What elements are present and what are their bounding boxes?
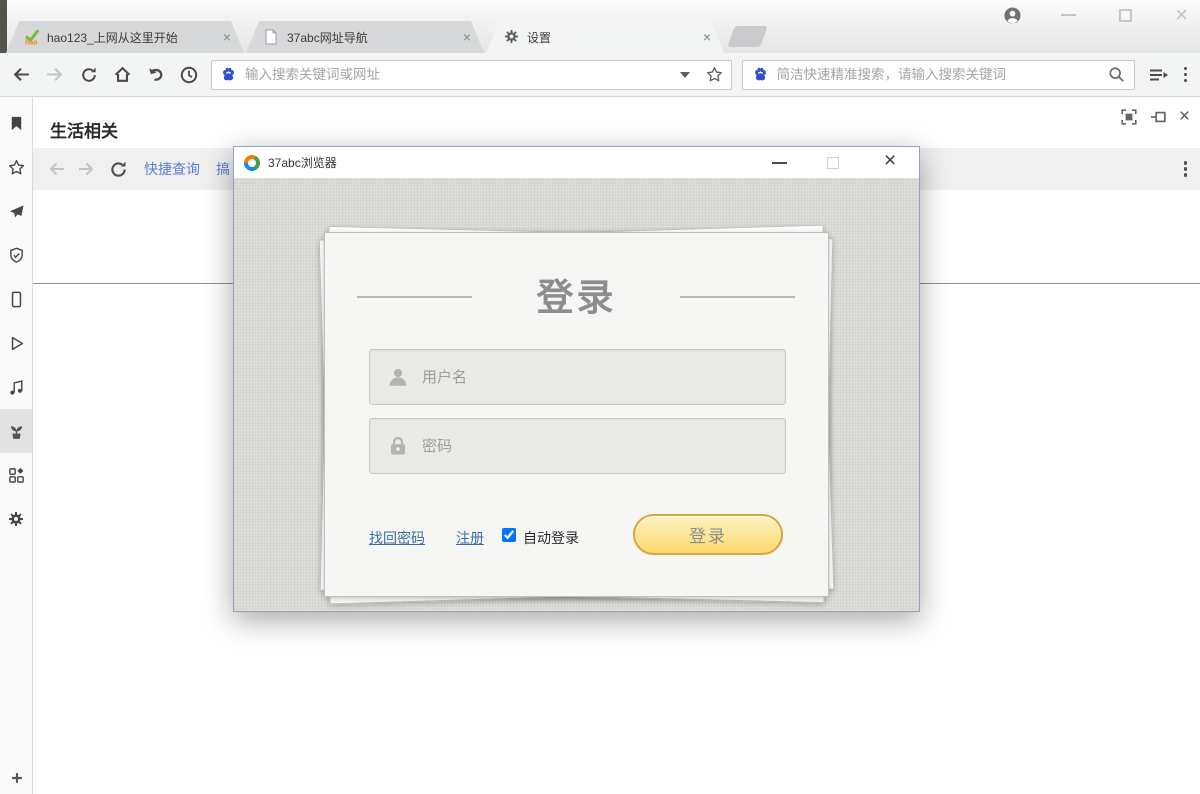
dialog-minimize-button[interactable] — [772, 162, 787, 164]
panel-controls: × — [1121, 109, 1190, 125]
profile-avatar-icon[interactable] — [1004, 7, 1021, 24]
auto-login-label: 自动登录 — [523, 528, 579, 548]
play-icon — [8, 335, 25, 352]
tab-settings[interactable]: 设置 × — [486, 21, 724, 53]
baidu-paw-icon — [220, 66, 237, 83]
fullscreen-icon[interactable] — [1121, 109, 1137, 125]
chevron-down-icon[interactable] — [680, 72, 690, 78]
document-favicon-icon — [264, 29, 280, 45]
panel-close-icon[interactable]: × — [1179, 109, 1190, 125]
login-heading: 登录 — [325, 267, 828, 321]
bookmark-star-icon[interactable] — [706, 66, 723, 83]
username-field[interactable] — [369, 349, 786, 405]
hao123-favicon-icon: hao — [24, 29, 40, 45]
pin-icon[interactable] — [1150, 109, 1166, 125]
address-bar[interactable] — [211, 60, 732, 90]
sidebar-item-settings[interactable] — [0, 497, 32, 541]
reading-list-icon[interactable] — [1148, 66, 1168, 84]
tab-hao123[interactable]: hao hao123_上网从这里开始 × — [6, 21, 244, 53]
search-icon[interactable] — [1108, 66, 1125, 83]
new-tab-button[interactable] — [727, 26, 768, 47]
browser-menu-icon[interactable] — [1180, 63, 1192, 87]
sidebar-item-security[interactable] — [0, 233, 32, 277]
dialog-maximize-button — [827, 157, 839, 169]
page-forward-icon[interactable] — [77, 160, 95, 178]
login-dialog: 37abc浏览器 × 登录 找回密码 注册 — [233, 146, 920, 612]
nav-link-quick-query[interactable]: 快捷查询 — [144, 159, 200, 179]
sidebar-add-icon[interactable] — [0, 770, 33, 786]
page-menu-icon[interactable] — [1180, 157, 1192, 181]
sidebar-item-apps[interactable] — [0, 453, 32, 497]
window-corner-strip — [0, 0, 7, 53]
phone-icon — [8, 291, 25, 308]
forgot-password-link[interactable]: 找回密码 — [369, 528, 425, 548]
plant-icon — [8, 423, 25, 440]
tab-close-icon[interactable]: × — [700, 30, 714, 44]
address-input[interactable] — [245, 67, 674, 82]
page-title: 生活相关 — [50, 117, 118, 142]
lock-icon — [387, 435, 409, 457]
password-field[interactable] — [369, 418, 786, 474]
history-clock-icon[interactable] — [180, 66, 198, 84]
page-back-icon[interactable] — [48, 160, 66, 178]
sidebar-item-share[interactable] — [0, 189, 32, 233]
quick-search-input[interactable] — [777, 67, 1108, 82]
page-reload-icon[interactable] — [109, 160, 128, 179]
37abc-logo-icon — [244, 155, 260, 171]
dialog-title: 37abc浏览器 — [268, 154, 337, 171]
sidebar — [0, 97, 33, 794]
bookmark-icon — [8, 115, 25, 132]
browser-toolbar — [0, 53, 1200, 97]
svg-text:hao: hao — [25, 40, 37, 46]
window-close-button[interactable]: × — [1175, 5, 1188, 25]
tab-close-icon[interactable]: × — [220, 30, 234, 44]
apps-grid-icon — [8, 467, 25, 484]
gear-favicon-icon — [504, 29, 520, 45]
dialog-body: 登录 找回密码 注册 自动登录 登录 — [234, 178, 919, 611]
undo-arrow-icon[interactable] — [147, 66, 165, 84]
nav-link-clipped[interactable]: 搞 — [216, 159, 230, 179]
music-note-icon — [8, 379, 25, 396]
login-card: 登录 找回密码 注册 自动登录 登录 — [324, 232, 829, 597]
tab-title: 设置 — [527, 29, 700, 46]
tab-close-icon[interactable]: × — [460, 30, 474, 44]
quick-search-bar[interactable] — [742, 60, 1135, 90]
sidebar-item-video[interactable] — [0, 321, 32, 365]
sidebar-item-favorites[interactable] — [0, 145, 32, 189]
tab-37abc-nav[interactable]: 37abc网址导航 × — [246, 21, 484, 53]
sidebar-item-music[interactable] — [0, 365, 32, 409]
shield-check-icon — [8, 247, 25, 264]
window-titlebar: hao hao123_上网从这里开始 × 37abc网址导航 × 设置 × × — [0, 0, 1200, 53]
register-link[interactable]: 注册 — [456, 528, 484, 548]
reload-icon[interactable] — [80, 66, 98, 84]
window-maximize-button[interactable] — [1119, 9, 1132, 22]
sidebar-item-plant[interactable] — [0, 409, 32, 453]
baidu-paw-icon — [752, 66, 769, 83]
gear-icon — [8, 511, 24, 527]
dialog-close-button[interactable]: × — [884, 149, 896, 173]
password-input[interactable] — [422, 438, 768, 455]
tab-title: hao123_上网从这里开始 — [47, 29, 220, 46]
forward-icon[interactable] — [45, 65, 64, 84]
username-input[interactable] — [422, 369, 768, 386]
sidebar-item-mobile[interactable] — [0, 277, 32, 321]
window-minimize-button[interactable] — [1061, 14, 1076, 16]
auto-login-checkbox[interactable] — [502, 528, 516, 542]
home-icon[interactable] — [113, 65, 132, 84]
title-rule-right — [680, 296, 795, 298]
window-controls: × — [1004, 0, 1200, 30]
back-icon[interactable] — [12, 65, 31, 84]
tab-title: 37abc网址导航 — [287, 29, 460, 46]
star-icon — [8, 159, 25, 176]
sidebar-item-bookmarks[interactable] — [0, 101, 32, 145]
login-submit-button[interactable]: 登录 — [633, 514, 783, 555]
dialog-titlebar[interactable]: 37abc浏览器 × — [234, 147, 919, 178]
user-icon — [387, 366, 409, 388]
paper-plane-icon — [8, 203, 25, 220]
